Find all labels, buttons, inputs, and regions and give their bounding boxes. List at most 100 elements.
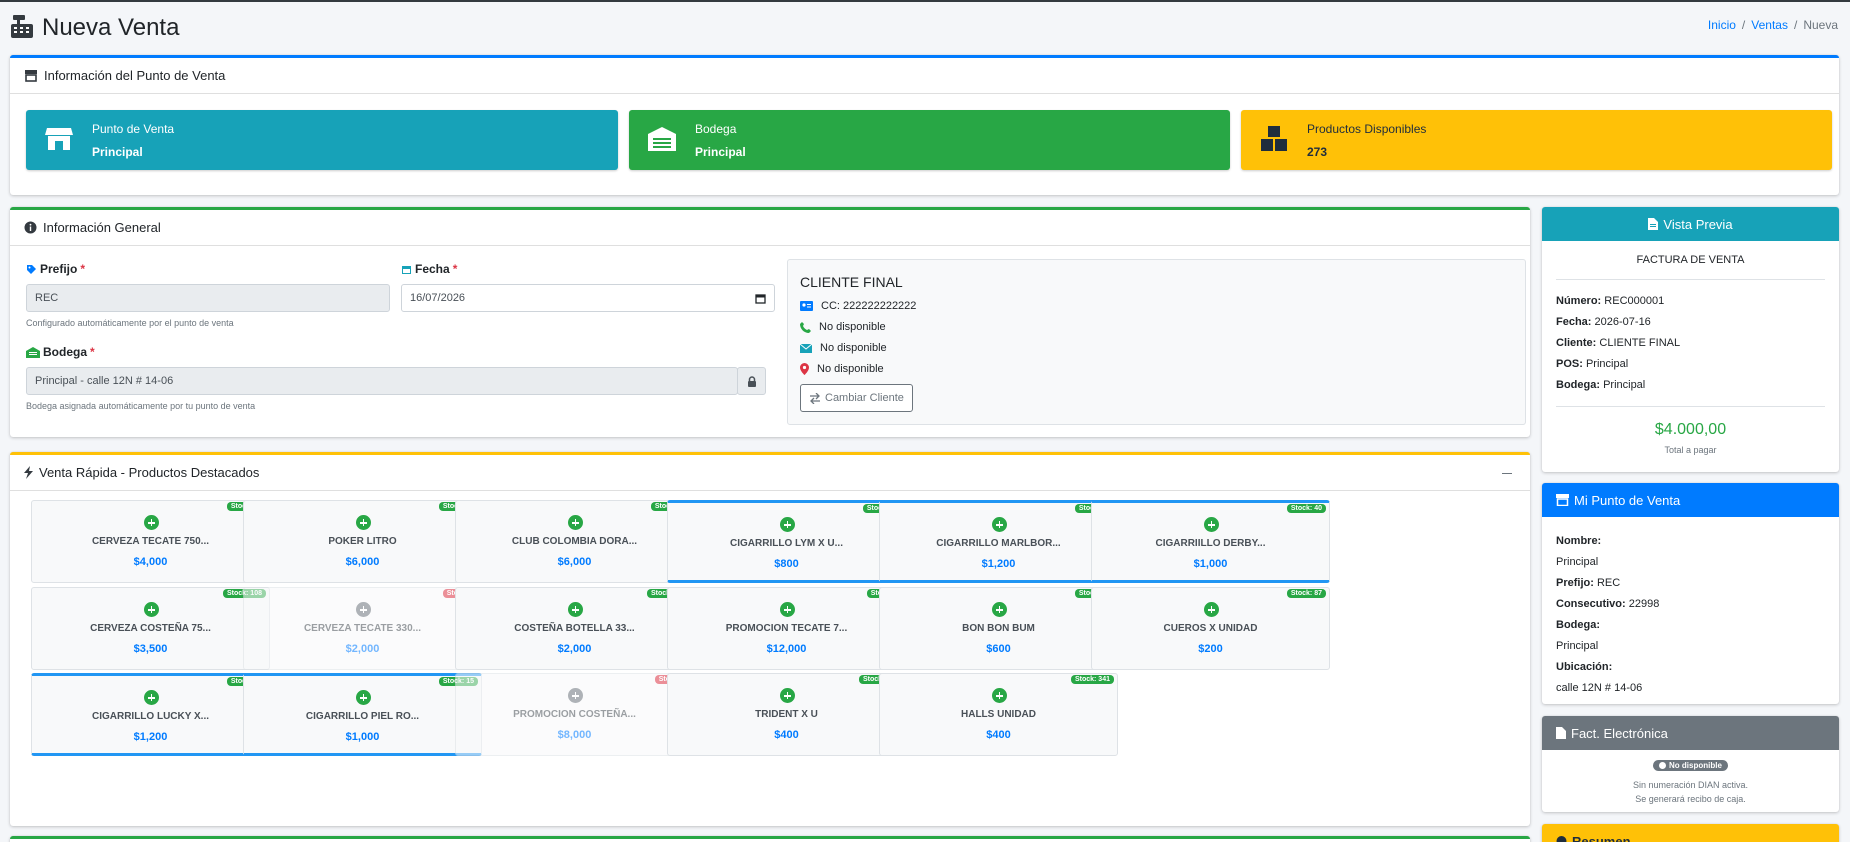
product-name: CERVEZA TECATE 750... — [91, 536, 210, 547]
fact-line-1: Sin numeración DIAN activa. — [1632, 780, 1749, 790]
bottom-card — [10, 836, 1530, 842]
plus-circle-icon[interactable] — [356, 515, 371, 530]
my-pos-bodega-label: Bodega: — [1556, 619, 1600, 631]
product-price: $800 — [774, 558, 799, 570]
preview-bodega: Bodega: Principal — [1556, 379, 1646, 391]
product-name: CERVEZA TECATE 330... — [303, 623, 422, 634]
prefijo-help: Configurado automáticamente por el punto… — [26, 318, 234, 328]
product-card[interactable]: Stock: 72CIGARRILLO LYM X U...$800 — [667, 500, 906, 583]
preview-divider — [1556, 279, 1825, 280]
general-info-title: Información General — [43, 220, 161, 235]
tag-icon — [27, 264, 36, 274]
my-pos-ubicacion: calle 12N # 14-06 — [1556, 682, 1643, 694]
stock-badge: Stock: 40 — [1286, 504, 1326, 513]
product-price: $4,000 — [133, 556, 168, 568]
my-pos-prefijo: Prefijo: REC — [1556, 577, 1621, 589]
prefijo-label: Prefijo * — [26, 262, 85, 276]
plus-circle-icon[interactable] — [780, 602, 795, 617]
preview-doc-title: FACTURA DE VENTA — [1636, 254, 1745, 266]
resumen-card: Resumen — [1542, 824, 1839, 842]
product-card[interactable]: Stock: 0PROMOCION COSTEÑA...$8,000 — [455, 673, 694, 756]
plus-circle-icon[interactable] — [568, 515, 583, 530]
product-price: $2,000 — [345, 643, 380, 655]
preview-total: $4.000,00 — [1654, 421, 1727, 438]
bodega-input[interactable]: Principal - calle 12N # 14-06 — [26, 367, 738, 395]
breadcrumb: Inicio / Ventas / Nueva — [1707, 18, 1838, 32]
plus-circle-icon[interactable] — [1204, 602, 1219, 617]
plus-circle-icon[interactable] — [144, 515, 159, 530]
product-price: $6,000 — [557, 556, 592, 568]
product-name: TRIDENT X U — [755, 709, 818, 720]
breadcrumb-current: Nueva — [1803, 18, 1838, 32]
product-card[interactable]: Stock: 0CERVEZA TECATE 330...$2,000 — [243, 587, 482, 670]
product-price: $2,000 — [557, 643, 592, 655]
product-card[interactable]: Stock: 108CERVEZA COSTEÑA 75...$3,500 — [31, 587, 270, 670]
store-icon — [45, 128, 73, 150]
breadcrumb-ventas[interactable]: Ventas — [1751, 18, 1788, 32]
my-pos-nombre: Principal — [1556, 556, 1599, 568]
product-card[interactable]: Stock: 40 CIGARRIILLO DERBY... $1,000 — [1091, 500, 1330, 583]
info-box-bodega-value: Principal — [695, 145, 746, 159]
collapse-button[interactable] — [1502, 473, 1512, 474]
breadcrumb-inicio[interactable]: Inicio — [1708, 18, 1736, 32]
plus-circle-icon[interactable] — [568, 602, 583, 617]
product-price: $3,500 — [133, 643, 168, 655]
my-pos-card: Mi Punto de Venta Nombre: Principal Pref… — [1542, 483, 1839, 704]
bodega-label: Bodega * — [26, 345, 95, 359]
info-box-pos-value: Principal — [92, 145, 143, 159]
plus-circle-icon[interactable] — [992, 688, 1007, 703]
my-pos-header: Mi Punto de Venta — [1542, 483, 1839, 517]
product-card[interactable]: Stock: 15POKER LITRO$6,000 — [243, 500, 482, 583]
product-card[interactable]: Stock: 10CERVEZA TECATE 750...$4,000 — [31, 500, 270, 583]
info-box-bodega-label: Bodega — [695, 122, 737, 136]
lock-icon — [747, 375, 756, 387]
product-card[interactable]: Stock: 106COSTEÑA BOTELLA 33...$2,000 — [455, 587, 694, 670]
file-icon — [1648, 218, 1659, 230]
product-card[interactable]: Stock: 35CIGARRILLO MARLBOR...$1,200 — [879, 500, 1118, 583]
preview-numero: Número: REC000001 — [1556, 295, 1665, 307]
product-card[interactable]: Stock: 302TRIDENT X U$400 — [667, 673, 906, 756]
info-box-productos-value: 273 — [1307, 145, 1328, 159]
fact-header: Fact. Electrónica — [1542, 716, 1839, 750]
client-box: CLIENTE FINAL CC: 222222222222 No dispon… — [787, 259, 1526, 425]
product-card[interactable]: Stock: 27CIGARRILLO LUCKY X...$1,200 — [31, 673, 270, 756]
plus-circle-icon[interactable] — [992, 517, 1007, 532]
plus-circle-icon[interactable] — [356, 602, 371, 617]
fecha-input[interactable]: 16/07/2026 — [401, 284, 775, 312]
bolt-icon — [24, 466, 33, 479]
product-price: $8,000 — [557, 729, 592, 741]
product-card[interactable]: Stock: 87 CUEROS X UNIDAD $200 — [1091, 587, 1330, 670]
client-id: CC: 222222222222 — [800, 300, 916, 312]
prefijo-input[interactable]: REC — [26, 284, 390, 312]
plus-circle-icon[interactable] — [356, 690, 371, 705]
calendar-picker-icon[interactable] — [755, 293, 766, 304]
product-name: HALLS UNIDAD — [961, 709, 1036, 720]
plus-circle-icon[interactable] — [780, 517, 795, 532]
plus-circle-icon[interactable] — [992, 602, 1007, 617]
product-card[interactable]: Stock: 18BON BON BUM$600 — [879, 587, 1118, 670]
pos-info-title: Información del Punto de Venta — [44, 68, 226, 83]
product-name: CIGARRILLO LYM X U... — [730, 538, 843, 549]
product-card[interactable]: Stock: 62CLUB COLOMBIA DORA...$6,000 — [455, 500, 694, 583]
bodega-lock — [737, 367, 766, 395]
product-name: COSTEÑA BOTELLA 33... — [514, 623, 635, 634]
product-card[interactable]: Stock: 341 HALLS UNIDAD $400 — [879, 673, 1118, 756]
info-box-productos: Productos Disponibles 273 — [1241, 110, 1832, 170]
product-card[interactable]: Stock: 15CIGARRILLO PIEL RO...$1,000 — [243, 673, 482, 756]
plus-circle-icon[interactable] — [144, 602, 159, 617]
plus-circle-icon[interactable] — [1204, 517, 1219, 532]
product-card[interactable]: Stock: 3PROMOCION TECATE 7...$12,000 — [667, 587, 906, 670]
preview-fecha: Fecha: 2026-07-16 — [1556, 316, 1651, 328]
plus-circle-icon[interactable] — [144, 690, 159, 705]
pos-info-header: Información del Punto de Venta — [10, 58, 1839, 94]
product-price: $1,000 — [345, 731, 380, 743]
file-invoice-icon — [1556, 727, 1566, 739]
plus-circle-icon[interactable] — [568, 688, 583, 703]
general-info-header: Información General — [10, 210, 1530, 246]
product-price: $1,000 — [1193, 558, 1228, 570]
client-name: CLIENTE FINAL — [800, 274, 903, 290]
plus-circle-icon[interactable] — [780, 688, 795, 703]
preview-cliente: Cliente: CLIENTE FINAL — [1556, 337, 1681, 349]
product-name: CLUB COLOMBIA DORA... — [511, 536, 638, 547]
change-client-button[interactable]: Cambiar Cliente — [800, 384, 913, 412]
